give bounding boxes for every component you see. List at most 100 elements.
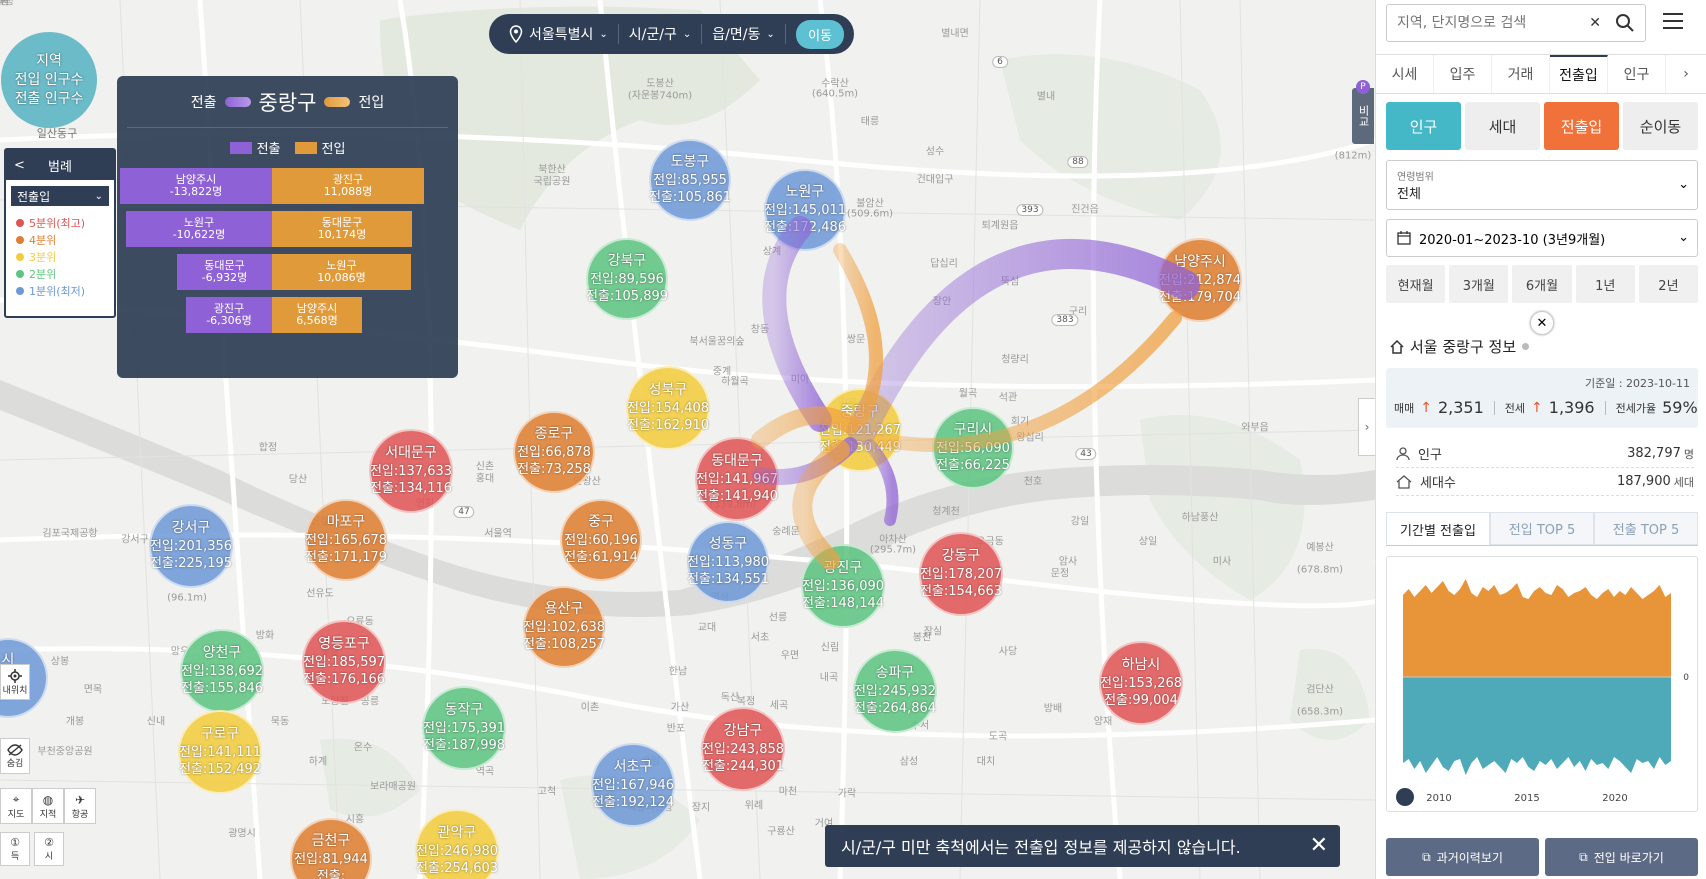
- region-bubble[interactable]: 남양주시 전입:212,874 전출:179,704: [1158, 238, 1242, 322]
- region-bubble[interactable]: 강북구 전입:89,596 전출:105,899: [586, 238, 668, 320]
- region-bubble[interactable]: 용산구 전입:102,638 전출:108,257: [523, 586, 605, 668]
- region-bubble[interactable]: 송파구 전입:245,932 전출:264,864: [853, 649, 937, 733]
- region-bubble[interactable]: 성북구 전입:154,408 전출:162,910: [626, 366, 710, 450]
- hamburger-menu-icon[interactable]: [1662, 12, 1684, 30]
- my-location-button[interactable]: 내위치: [0, 664, 30, 700]
- flow-bar-row: 노원구 -10,622명 동대문구 10,174명: [126, 211, 412, 247]
- region-bubble[interactable]: 종로구 전입:66,878 전출:73,258: [513, 411, 595, 493]
- legend-list: 5분위(최고) 4분위 3분위 2분위 1분위(최저): [6, 212, 114, 301]
- migration-button[interactable]: 전출입: [1544, 102, 1619, 150]
- panel-toggle-button[interactable]: ›: [1358, 398, 1375, 456]
- map-place-label: 불암산: [856, 198, 884, 210]
- region-bubble[interactable]: 동대문구 전입:141,967 전출:141,940: [695, 437, 779, 521]
- town-select[interactable]: 읍/면/동 ⌄: [702, 24, 786, 44]
- flow-bar-in-value: 11,088명: [323, 185, 373, 198]
- collapse-button[interactable]: ✕: [1530, 311, 1554, 335]
- tab-in-top5[interactable]: 전입 TOP 5: [1490, 512, 1594, 545]
- region-bubble[interactable]: 광진구 전입:136,090 전출:148,144: [801, 544, 885, 628]
- region-bubble[interactable]: 강서구 전입:201,356 전출:225,195: [149, 504, 233, 588]
- globe-icon: ◍: [42, 792, 54, 807]
- district-select[interactable]: 시/군/구 ⌄: [619, 24, 703, 44]
- region-bubble[interactable]: 하남시 전입:153,268 전출:99,004: [1099, 641, 1183, 725]
- ratio-value: 59%: [1662, 398, 1698, 417]
- region-bubble[interactable]: 서대문구 전입:137,633 전출:134,116: [369, 429, 453, 513]
- region-in: 전입:85,955: [653, 173, 727, 188]
- chevron-left-icon[interactable]: <: [14, 158, 25, 173]
- legend-item-label: 2분위: [29, 267, 57, 281]
- my-location-label: 내위치: [2, 685, 28, 696]
- tabs-next-button[interactable]: ›: [1666, 55, 1706, 93]
- period-current-button[interactable]: 현재월: [1386, 265, 1446, 303]
- net-migration-button[interactable]: 순이동: [1623, 102, 1698, 150]
- map-place-label: (자운봉740m): [627, 90, 693, 102]
- legend-type-select[interactable]: 전출입 ⌄: [11, 186, 109, 206]
- age-range-select[interactable]: 연령범위 전체 ⌄: [1386, 160, 1698, 210]
- go-button[interactable]: 이동: [796, 19, 844, 49]
- region-in: 전입:89,596: [590, 272, 664, 287]
- period-buttons: 현재월 3개월 6개월 1년 2년: [1386, 265, 1699, 303]
- tab-population[interactable]: 인구: [1608, 55, 1666, 93]
- region-bubble[interactable]: 강남구 전입:243,858 전출:244,301: [701, 707, 785, 791]
- region-out: 전출:130,449: [818, 440, 902, 455]
- tab-period-migration[interactable]: 기간별 전출입: [1386, 512, 1490, 545]
- search-input[interactable]: [1397, 15, 1587, 31]
- region-bubble[interactable]: 구로구 전입:141,111 전출:152,492: [178, 710, 262, 794]
- go-migration-button[interactable]: ⧉ 전입 바로가기: [1545, 838, 1698, 876]
- tk-button[interactable]: ① 득: [0, 832, 30, 866]
- map-canvas[interactable]: 도봉산 (자운봉740m) 수락산 (640.5m) 별내면 퇴계원읍 진건읍 북한산 국립공원…: [0, 0, 1375, 879]
- map-type-map-button[interactable]: ⌖ 지도: [0, 788, 32, 824]
- household-value: 187,900: [1616, 474, 1671, 489]
- map-place-label: 묵동: [270, 716, 290, 728]
- date-range-select[interactable]: 2020-01~2023-10 (3년9개월) ⌄: [1386, 219, 1698, 257]
- city-select[interactable]: 서울특별시 ⌄: [499, 24, 619, 44]
- legend-item: 2분위: [16, 265, 104, 282]
- period-3m-button[interactable]: 3개월: [1449, 265, 1509, 303]
- map-place-label: 검단산: [1306, 684, 1334, 696]
- close-icon[interactable]: ✕: [1310, 833, 1328, 858]
- search-icon[interactable]: [1615, 13, 1635, 33]
- period-2y-button[interactable]: 2년: [1638, 265, 1699, 303]
- tab-trade[interactable]: 거래: [1492, 55, 1550, 93]
- region-bubble[interactable]: 양천구 전입:138,692 전출:155,846: [180, 629, 264, 713]
- region-bubble[interactable]: 노원구 전입:145,011 전출:172,486: [764, 169, 846, 251]
- region-name: 서초구: [613, 759, 653, 775]
- flow-bar-in: 동대문구 10,174명: [272, 211, 412, 247]
- map-place-label: 강서구: [121, 534, 149, 546]
- tab-price[interactable]: 시세: [1376, 55, 1434, 93]
- region-name: 구로구: [200, 726, 240, 742]
- region-bubble[interactable]: 성동구 전입:113,980 전출:134,551: [687, 521, 769, 603]
- region-out: 전출:66,225: [936, 458, 1010, 473]
- map-type-air-button[interactable]: ✈ 항공: [64, 788, 96, 824]
- road-number-badge: 47: [453, 506, 475, 518]
- map-place-label: 미사: [1212, 556, 1232, 568]
- hide-button[interactable]: 숨김: [0, 738, 30, 774]
- region-bubble[interactable]: 마포구 전입:165,678 전출:171,179: [305, 499, 387, 581]
- history-button[interactable]: ⧉ 과거이력보기: [1386, 838, 1539, 876]
- period-1y-button[interactable]: 1년: [1575, 265, 1635, 303]
- tab-out-top5[interactable]: 전출 TOP 5: [1594, 512, 1698, 545]
- region-name: 성동구: [708, 536, 748, 552]
- tab-move-in[interactable]: 입주: [1434, 55, 1492, 93]
- map-place-label: 대치: [976, 756, 996, 768]
- info-dot-icon[interactable]: [1522, 343, 1530, 350]
- population-button[interactable]: 인구: [1386, 102, 1461, 150]
- map-type-terrain-button[interactable]: ◍ 지적: [32, 788, 64, 824]
- region-name: 남양주시: [1174, 254, 1226, 270]
- period-6m-button[interactable]: 6개월: [1512, 265, 1572, 303]
- clear-icon[interactable]: ✕: [1589, 15, 1601, 31]
- region-bubble[interactable]: 영등포구 전입:185,597 전출:176,166: [302, 620, 386, 704]
- si-button[interactable]: ② 시: [34, 832, 64, 866]
- history-button-label: 과거이력보기: [1436, 850, 1503, 865]
- p-badge-icon: P: [1356, 80, 1370, 94]
- region-name: 강북구: [607, 253, 647, 269]
- region-bubble[interactable]: 구리시 전입:56,090 전출:66,225: [932, 407, 1014, 489]
- region-bubble[interactable]: 동작구 전입:175,391 전출:187,998: [422, 686, 506, 770]
- tab-migration[interactable]: 전출입: [1550, 55, 1608, 93]
- compare-button[interactable]: P 비교: [1352, 80, 1374, 144]
- household-button[interactable]: 세대: [1465, 102, 1540, 150]
- region-bubble[interactable]: 서초구 전입:167,946 전출:192,124: [591, 743, 675, 827]
- region-bubble[interactable]: 중랑구 전입:121,267 전출:130,449: [818, 388, 902, 472]
- region-bubble[interactable]: 중구 전입:60,196 전출:61,914: [560, 499, 642, 581]
- region-bubble[interactable]: 도봉구 전입:85,955 전출:105,861: [649, 139, 731, 221]
- region-bubble[interactable]: 강동구 전입:178,207 전출:154,663: [919, 532, 1003, 616]
